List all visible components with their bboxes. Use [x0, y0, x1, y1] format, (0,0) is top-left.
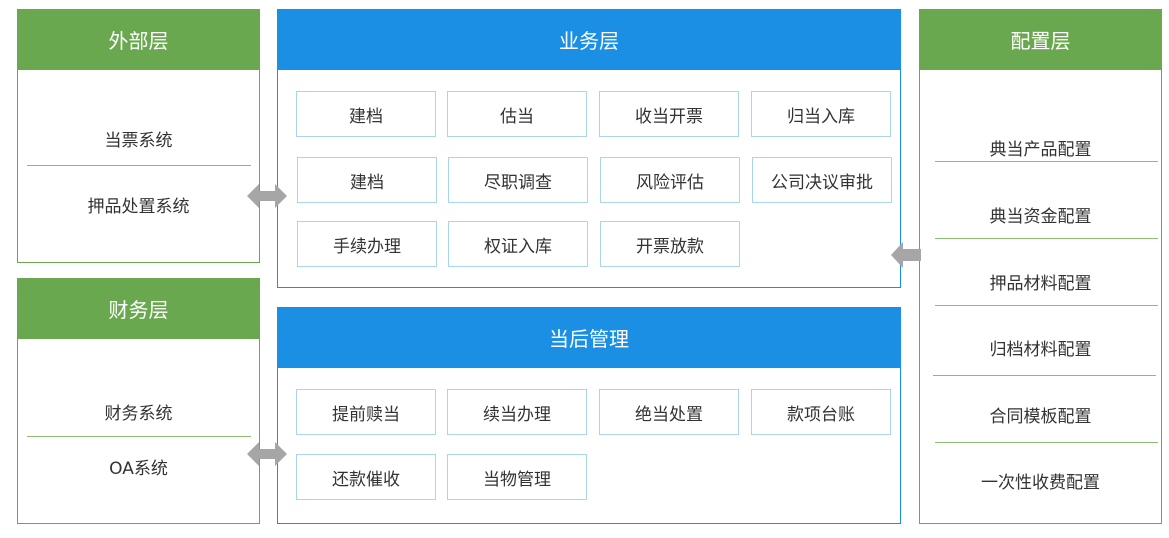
finance-item-oa-system: OA系统	[109, 459, 168, 479]
external-item-collateral-system: 押品处置系统	[87, 197, 190, 217]
business-layer-panel: 业务层 建档 估当 收当开票 归当入库 建档 尽职调查 风险评估 公司决议审批 …	[277, 9, 901, 288]
post-box-ledger: 款项台账	[751, 389, 891, 435]
post-pawn-title: 当后管理	[549, 327, 629, 351]
config-item-funds: 典当资金配置	[989, 207, 1092, 227]
post-box-collection: 还款催收	[296, 454, 436, 500]
config-item-collateral-material: 押品材料配置	[989, 274, 1092, 294]
business-box-warrant-storage: 权证入库	[448, 221, 588, 267]
config-layer-panel: 配置层 典当产品配置 典当资金配置 押品材料配置 归档材料配置 合同模板配置 一…	[919, 9, 1162, 524]
post-box-renewal: 续当办理	[447, 389, 587, 435]
business-layer-header: 业务层	[277, 9, 901, 70]
business-box-valuation: 估当	[447, 91, 587, 137]
business-layer-title: 业务层	[559, 29, 619, 53]
business-box-procedures: 手续办理	[297, 221, 437, 267]
double-arrow-icon	[247, 184, 287, 208]
finance-layer-header: 财务层	[17, 278, 260, 339]
finance-item-finance-system: 财务系统	[104, 404, 173, 424]
post-pawn-header: 当后管理	[277, 307, 901, 368]
config-divider	[933, 375, 1156, 376]
post-box-forfeit-disposal: 绝当处置	[599, 389, 739, 435]
finance-layer-title: 财务层	[108, 298, 169, 322]
business-box-due-diligence: 尽职调查	[448, 157, 588, 203]
config-layer-header: 配置层	[919, 9, 1162, 70]
external-item-ticket-system: 当票系统	[104, 131, 173, 151]
left-arrow-icon	[891, 242, 921, 268]
post-pawn-panel: 当后管理 提前赎当 续当办理 绝当处置 款项台账 还款催收 当物管理	[277, 307, 901, 524]
external-layer-panel: 外部层 当票系统 押品处置系统	[17, 9, 260, 263]
post-box-early-redemption: 提前赎当	[296, 389, 436, 435]
business-box-create-file: 建档	[296, 91, 436, 137]
external-divider	[27, 165, 251, 166]
post-box-item-management: 当物管理	[447, 454, 587, 500]
business-box-create-file-2: 建档	[297, 157, 437, 203]
config-divider	[935, 161, 1158, 162]
config-item-one-time-fee: 一次性收费配置	[981, 473, 1100, 493]
external-layer-title: 外部层	[108, 29, 169, 53]
finance-layer-panel: 财务层 财务系统 OA系统	[17, 278, 260, 524]
business-box-invoice-loan: 开票放款	[600, 221, 740, 267]
config-item-product: 典当产品配置	[989, 140, 1092, 160]
business-box-pawn-invoice: 收当开票	[599, 91, 739, 137]
business-box-risk-assessment: 风险评估	[600, 157, 740, 203]
business-box-pawn-storage: 归当入库	[751, 91, 891, 137]
business-box-company-approval: 公司决议审批	[752, 157, 892, 203]
finance-divider	[27, 436, 251, 437]
config-divider	[935, 305, 1158, 306]
config-divider	[935, 442, 1158, 443]
external-layer-header: 外部层	[17, 9, 260, 70]
config-layer-title: 配置层	[1010, 29, 1071, 53]
double-arrow-icon	[247, 442, 287, 466]
config-item-archive-material: 归档材料配置	[989, 340, 1092, 360]
config-divider	[935, 238, 1158, 239]
config-item-contract-template: 合同模板配置	[989, 407, 1092, 427]
